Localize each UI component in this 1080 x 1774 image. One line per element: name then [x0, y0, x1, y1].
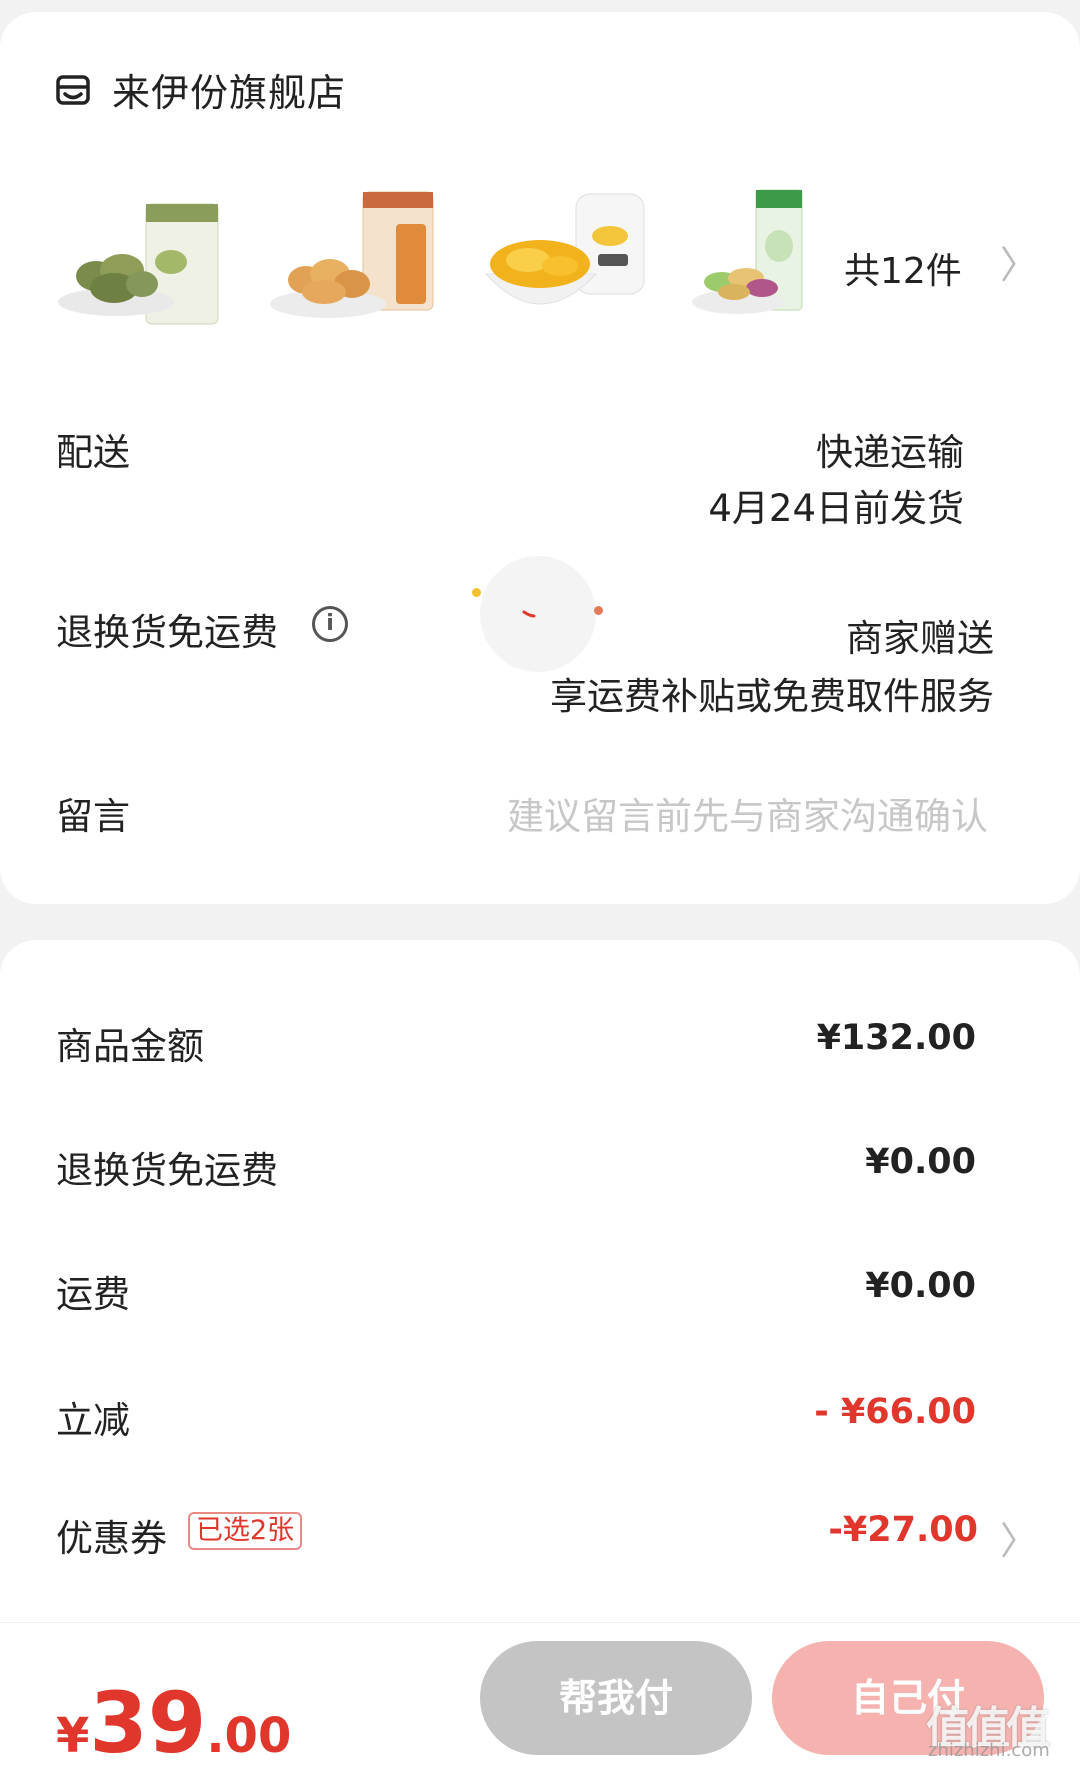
shipping-label: 运费: [56, 1273, 130, 1316]
total-decimal: .00: [206, 1708, 292, 1764]
return-freight-fee-value: ¥0.00: [865, 1142, 976, 1182]
shop-header[interactable]: 来伊份旗舰店: [56, 62, 346, 117]
chevron-right-icon[interactable]: 〉: [1000, 234, 1038, 289]
product-thumb-peanut[interactable]: [268, 184, 448, 344]
message-input[interactable]: 建议留言前先与商家沟通确认: [507, 786, 988, 840]
delivery-label: 配送: [56, 431, 130, 474]
return-freight-label: 退换货免运费: [56, 611, 278, 654]
product-thumb-peach[interactable]: [480, 184, 660, 344]
instant-discount-value: - ¥66.00: [814, 1392, 976, 1432]
goods-amount-label: 商品金额: [56, 1025, 204, 1068]
shop-icon: [56, 74, 90, 105]
help-me-pay-button[interactable]: 帮我付: [480, 1641, 752, 1755]
loader-dot-orange: [594, 606, 603, 615]
product-count: 共12件: [844, 251, 962, 292]
shop-name: 来伊份旗舰店: [112, 71, 347, 115]
return-freight-desc: 享运费补贴或免费取件服务: [550, 675, 994, 718]
coupon-selected-tag[interactable]: 已选2张: [188, 1512, 303, 1550]
watermark-url: zhizhizhi.com: [928, 1740, 1050, 1761]
delivery-ship-by: 4月24日前发货: [708, 487, 964, 530]
total-currency: ¥: [56, 1708, 90, 1764]
total-integer: 39: [89, 1674, 207, 1772]
coupon-value[interactable]: -¥27.00: [828, 1510, 978, 1550]
loader-dot-yellow: [472, 588, 481, 597]
product-strip[interactable]: 共12件 〉: [56, 184, 1038, 344]
checkout-bar: ¥39.00 帮我付 自己付: [0, 1622, 1080, 1774]
return-freight-fee-label: 退换货免运费: [56, 1149, 278, 1192]
instant-discount-label: 立减: [56, 1399, 130, 1442]
coupon-chevron-right-icon[interactable]: 〉: [1000, 1510, 1038, 1565]
total-price: ¥39.00: [56, 1681, 291, 1765]
return-freight-value: 商家赠送: [846, 617, 994, 660]
product-thumb-olive[interactable]: [56, 184, 236, 344]
loading-spinner: [480, 556, 596, 672]
info-icon[interactable]: i: [312, 606, 348, 642]
message-label: 留言: [56, 795, 130, 838]
coupon-label: 优惠券: [56, 1517, 167, 1560]
order-card: 来伊份旗舰店 共12件 〉 配送 快递运输 4月24日前发货 退换货免运费 i …: [0, 12, 1080, 904]
goods-amount-value: ¥132.00: [816, 1018, 976, 1058]
delivery-method: 快递运输: [816, 431, 964, 474]
shipping-value: ¥0.00: [865, 1266, 976, 1306]
